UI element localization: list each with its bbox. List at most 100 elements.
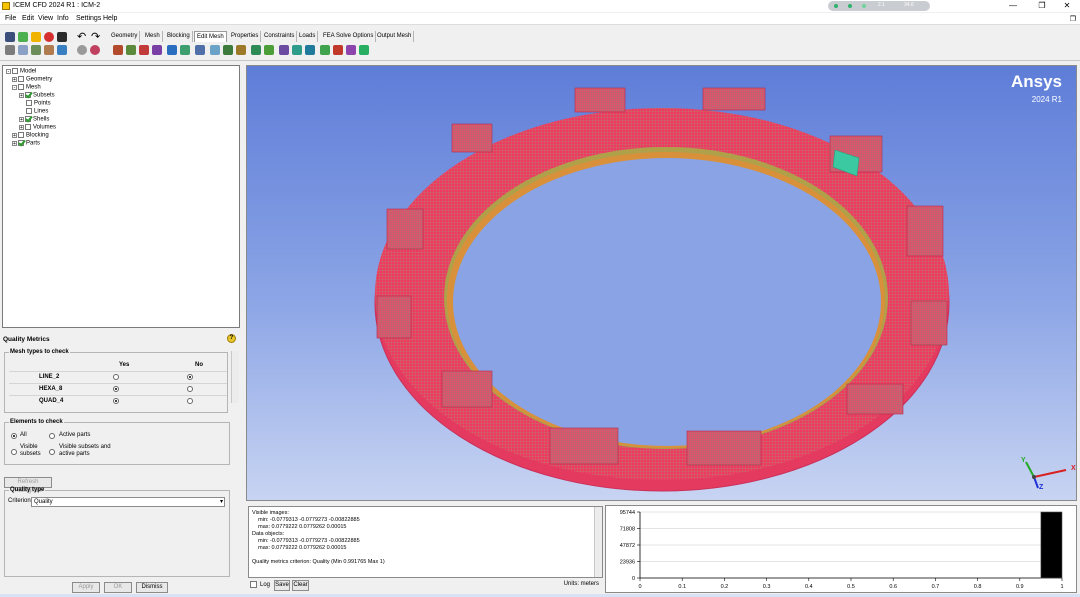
help-icon[interactable]: ? (227, 334, 236, 343)
check-mesh-icon[interactable] (139, 45, 149, 55)
clear-log-button[interactable]: Clear (292, 580, 309, 591)
expand-icon[interactable]: + (19, 116, 24, 122)
radio-no[interactable] (187, 374, 193, 380)
solid-display-icon[interactable] (90, 45, 100, 55)
menu-settings[interactable]: Settings (76, 15, 101, 22)
open-blocking-icon[interactable] (31, 32, 41, 42)
mesh-types-scrollbar[interactable] (231, 351, 239, 403)
tree-item-model[interactable]: - Model (6, 68, 36, 75)
create-elements-icon[interactable] (113, 45, 123, 55)
zoom-box-icon[interactable] (18, 45, 28, 55)
tab-blocking[interactable]: Blocking (165, 31, 193, 42)
tree-item-volumes[interactable]: + Volumes (19, 124, 56, 131)
close-project-icon[interactable] (57, 32, 67, 42)
tab-edit-mesh[interactable]: Edit Mesh (194, 31, 227, 42)
checkbox-checked-icon[interactable] (25, 116, 31, 122)
menu-file[interactable]: File (5, 15, 16, 22)
tree-item-subsets[interactable]: + Subsets (19, 92, 55, 99)
tree-item-blocking[interactable]: + Blocking (12, 132, 49, 139)
menu-help[interactable]: Help (103, 15, 117, 22)
radio-yes[interactable] (113, 374, 119, 380)
tab-loads[interactable]: Loads (297, 31, 319, 42)
close-button[interactable]: ✕ (1052, 0, 1080, 12)
radio-all[interactable] (11, 433, 17, 439)
split-mesh-icon[interactable] (223, 45, 233, 55)
change-element-id-icon[interactable] (359, 45, 369, 55)
repair-mesh-icon[interactable] (195, 45, 205, 55)
open-geometry-icon[interactable] (18, 32, 28, 42)
dismiss-button[interactable]: Dismiss (136, 582, 168, 593)
edit-distributed-attribute-icon[interactable] (346, 45, 356, 55)
radio-yes[interactable] (113, 386, 119, 392)
graphics-viewport[interactable]: Ansys 2024 R1 X Y Z (246, 65, 1077, 501)
expand-icon[interactable]: + (12, 76, 17, 82)
expand-icon[interactable]: + (19, 92, 24, 98)
menu-edit[interactable]: Edit (22, 15, 34, 22)
convert-mesh-type-icon[interactable] (264, 45, 274, 55)
checkbox-icon[interactable] (25, 124, 31, 130)
message-window[interactable]: Visible images: min: -0.0779313 -0.07792… (248, 506, 603, 578)
tab-fea-solve-options[interactable]: FEA Solve Options (321, 31, 377, 42)
redo-icon[interactable]: ↷ (91, 30, 100, 43)
transform-mesh-icon[interactable] (251, 45, 261, 55)
collapse-icon[interactable]: - (12, 84, 17, 90)
checkbox-icon[interactable] (26, 100, 32, 106)
open-project-icon[interactable] (5, 32, 15, 42)
renumber-mesh-icon[interactable] (292, 45, 302, 55)
menu-info[interactable]: Info (57, 15, 69, 22)
delete-elements-icon[interactable] (333, 45, 343, 55)
tree-item-shells[interactable]: + Shells (19, 116, 49, 123)
tree-item-parts[interactable]: + Parts (12, 140, 40, 147)
cut-plane-icon[interactable] (44, 45, 54, 55)
quality-histogram[interactable]: 0 23936 47872 71808 95744 0 0.1 0.2 0.3 0.4 0.5 0.6… (605, 505, 1077, 593)
checkbox-icon[interactable] (18, 132, 24, 138)
tab-mesh[interactable]: Mesh (143, 31, 163, 42)
reorient-mesh-icon[interactable] (305, 45, 315, 55)
criterion-select[interactable]: Quality ▾ (31, 497, 225, 507)
apply-button[interactable]: Apply (72, 582, 100, 593)
wireframe-icon[interactable] (77, 45, 87, 55)
checkbox-checked-icon[interactable] (25, 92, 31, 98)
expand-icon[interactable]: + (12, 132, 17, 138)
radio-visible-subsets[interactable] (11, 449, 17, 455)
display-quality-icon[interactable] (152, 45, 162, 55)
radio-no[interactable] (187, 398, 193, 404)
menu-view[interactable]: View (38, 15, 53, 22)
message-scrollbar[interactable] (594, 507, 602, 577)
expand-icon[interactable]: + (12, 140, 17, 146)
radio-yes[interactable] (113, 398, 119, 404)
measure-icon[interactable] (31, 45, 41, 55)
adjust-mesh-density-icon[interactable] (279, 45, 289, 55)
checkbox-icon[interactable] (26, 108, 32, 114)
tree-item-geometry[interactable]: + Geometry (12, 76, 52, 83)
collapse-icon[interactable]: - (6, 68, 11, 74)
tab-constraints[interactable]: Constraints (262, 31, 298, 42)
checkbox-icon[interactable] (12, 68, 18, 74)
tab-geometry[interactable]: Geometry (109, 31, 141, 42)
fit-window-icon[interactable] (5, 45, 15, 55)
checkbox-icon[interactable] (18, 76, 24, 82)
save-log-button[interactable]: Save (274, 580, 290, 591)
tab-properties[interactable]: Properties (229, 31, 262, 42)
delete-nodes-icon[interactable] (320, 45, 330, 55)
smooth-hexa-icon[interactable] (180, 45, 190, 55)
tab-output-mesh[interactable]: Output Mesh (375, 31, 415, 42)
ok-button[interactable]: OK (104, 582, 132, 593)
checkbox-icon[interactable] (18, 84, 24, 90)
undo-icon[interactable]: ↶ (77, 30, 86, 43)
axis-triad-icon[interactable] (1018, 457, 1077, 497)
log-checkbox[interactable] (250, 581, 257, 588)
minimize-button[interactable]: — (998, 0, 1028, 12)
radio-no[interactable] (187, 386, 193, 392)
radio-visible-subsets-active-parts[interactable] (49, 449, 55, 455)
mesh-display-icon[interactable] (57, 45, 67, 55)
checkbox-checked-icon[interactable] (18, 140, 24, 146)
tree-item-points[interactable]: Points (26, 100, 51, 107)
restore-icon[interactable]: ❐ (1070, 15, 1076, 23)
radio-active-parts[interactable] (49, 433, 55, 439)
tree-item-mesh[interactable]: - Mesh (12, 84, 41, 91)
merge-nodes-icon[interactable] (210, 45, 220, 55)
smooth-mesh-icon[interactable] (167, 45, 177, 55)
expand-icon[interactable]: + (19, 124, 24, 130)
move-nodes-icon[interactable] (236, 45, 246, 55)
